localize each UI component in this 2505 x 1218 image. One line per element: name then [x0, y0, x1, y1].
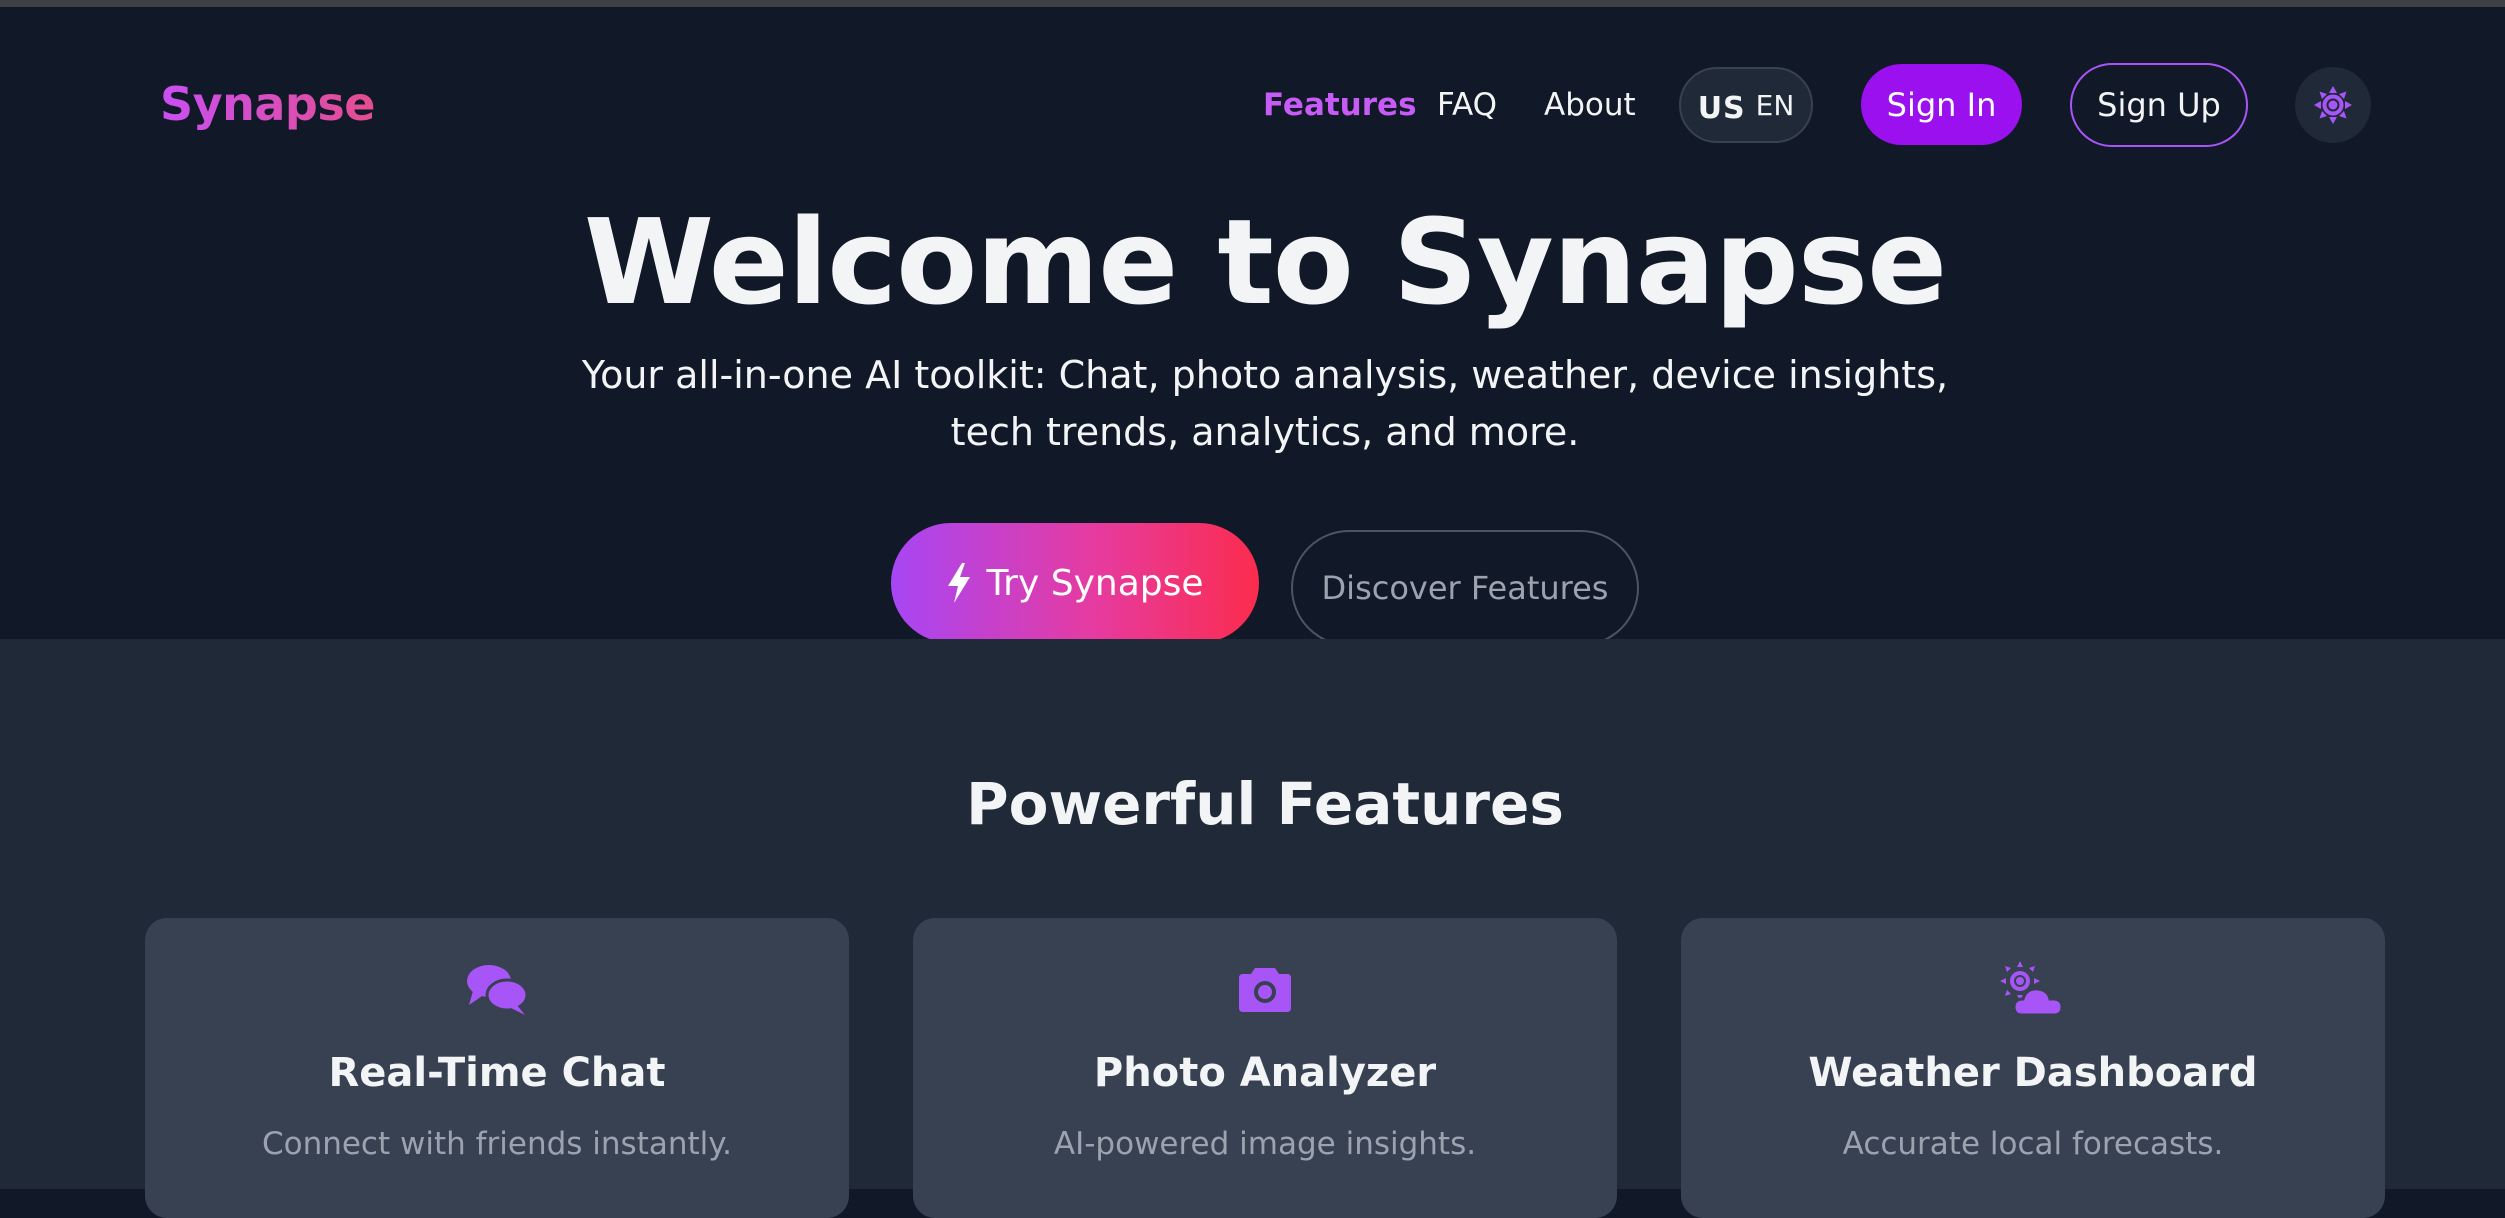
feature-card-description: AI-powered image insights. — [1053, 1126, 1477, 1162]
nav-link-faq[interactable]: FAQ — [1437, 87, 1497, 123]
hero-title: Welcome to Synapse — [583, 193, 1947, 331]
sun-icon — [2314, 86, 2352, 124]
feature-card-photo[interactable]: Photo Analyzer AI-powered image insights… — [913, 918, 1617, 1218]
sign-in-button[interactable]: Sign In — [1861, 64, 2022, 145]
feature-card-title: Real-Time Chat — [328, 1050, 666, 1096]
feature-card-description: Connect with friends instantly. — [261, 1126, 733, 1162]
discover-features-button[interactable]: Discover Features — [1291, 530, 1639, 646]
try-synapse-button[interactable]: Try Synapse — [891, 523, 1259, 643]
chat-bubbles-icon — [467, 965, 529, 1015]
sign-up-button[interactable]: Sign Up — [2070, 63, 2248, 147]
brand-logo[interactable]: Synapse — [160, 77, 375, 131]
nav-link-about[interactable]: About — [1544, 87, 1636, 123]
feature-card-chat[interactable]: Real-Time Chat Connect with friends inst… — [145, 918, 849, 1218]
theme-toggle-button[interactable] — [2295, 67, 2371, 143]
feature-card-title: Photo Analyzer — [1093, 1050, 1437, 1096]
feature-card-weather[interactable]: Weather Dashboard Accurate local forecas… — [1681, 918, 2385, 1218]
us-flag-icon: US — [1697, 90, 1746, 126]
nav-link-features[interactable]: Features — [1263, 87, 1417, 123]
language-code: EN — [1755, 88, 1795, 122]
bolt-icon — [948, 563, 971, 603]
hero-section: Synapse Features FAQ About US EN Sign In… — [0, 7, 2505, 646]
cloud-sun-icon — [2000, 961, 2064, 1015]
try-synapse-label: Try Synapse — [986, 562, 1204, 604]
feature-card-description: Accurate local forecasts. — [1842, 1126, 2224, 1162]
feature-card-title: Weather Dashboard — [1808, 1050, 2258, 1096]
hero-subtitle: Your all-in-one AI toolkit: Chat, photo … — [581, 353, 1949, 454]
features-heading: Powerful Features — [966, 770, 1564, 838]
language-selector[interactable]: US EN — [1679, 67, 1813, 143]
window-top-border — [0, 0, 2505, 7]
camera-icon — [1239, 968, 1291, 1012]
